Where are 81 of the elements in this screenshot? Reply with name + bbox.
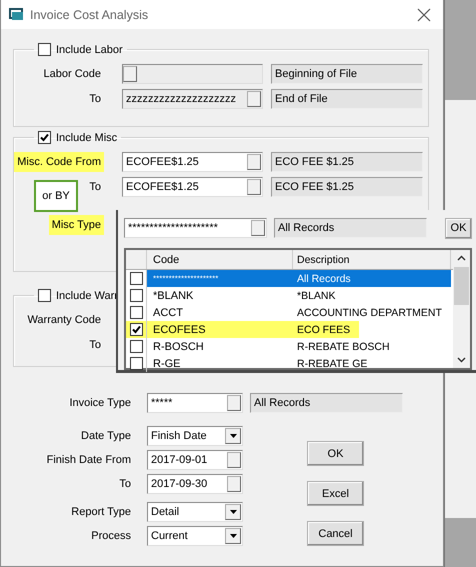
table-cell-text: ********************* <box>152 274 220 283</box>
dialog-button[interactable]: Excel <box>307 481 364 506</box>
lookup-button[interactable] <box>247 179 261 195</box>
dropdown[interactable]: Current <box>147 526 243 546</box>
code-field[interactable]: ********************* <box>124 218 267 238</box>
field-label: To <box>88 180 102 195</box>
description-field: End of File <box>271 89 423 109</box>
description-field: All Records <box>250 393 403 413</box>
field-label: To <box>88 92 102 107</box>
scroll-up-icon[interactable] <box>457 255 466 261</box>
table-row[interactable]: ********************* All Records <box>147 270 451 287</box>
calendar-button[interactable] <box>227 452 241 468</box>
include-checkbox[interactable] <box>38 289 51 302</box>
field-label: To <box>119 478 131 490</box>
scroll-down-icon[interactable] <box>457 357 466 363</box>
code-field[interactable]: ***** <box>147 393 243 413</box>
description-field: ECO FEE $1.25 <box>271 177 423 197</box>
row-checkbox[interactable] <box>130 289 142 302</box>
dialog-button[interactable]: Cancel <box>307 521 364 546</box>
field-label: Invoice Type <box>69 397 131 409</box>
caret-icon <box>230 434 236 438</box>
field-label: Date Type <box>81 430 131 442</box>
table-row[interactable]: R-BOSCH R-REBATE BOSCH <box>147 338 451 355</box>
row-checkbox[interactable] <box>130 357 142 370</box>
group-label: Include Labor <box>56 44 123 56</box>
table-cell-text: *BLANK <box>296 290 337 302</box>
close-icon[interactable] <box>417 8 432 22</box>
description-field: Beginning of File <box>271 64 423 84</box>
field-label: Finish Date From <box>46 454 131 466</box>
include-checkbox[interactable] <box>38 131 51 144</box>
row-checkbox[interactable] <box>130 323 142 336</box>
field-label: To <box>88 338 102 353</box>
caret-icon <box>230 510 236 514</box>
scrollbar[interactable] <box>453 250 470 368</box>
row-checkbox[interactable] <box>130 272 142 285</box>
row-checkbox[interactable] <box>130 340 142 353</box>
table-row[interactable]: *BLANK *BLANK <box>147 287 451 304</box>
table-cell-text: ACCOUNTING DEPARTMENT <box>296 306 443 318</box>
table-cell-text: R-BOSCH <box>152 340 205 352</box>
field-label: Report Type <box>71 506 131 518</box>
table-cell-text: ACCT <box>152 306 184 318</box>
dropdown[interactable]: Finish Date <box>147 426 243 446</box>
lookup-button[interactable] <box>247 154 261 170</box>
table-row[interactable]: R-GE R-REBATE GE <box>147 355 451 372</box>
lookup-button[interactable] <box>123 66 137 82</box>
code-field[interactable]: ECOFEE$1.25 <box>122 152 263 172</box>
table-cell-text: R-GE <box>152 358 182 370</box>
field-label: Warranty Code <box>26 313 102 328</box>
date-field[interactable]: 2017-09-30 <box>147 474 243 494</box>
group-label: Include Warr <box>56 290 118 302</box>
window-title: Invoice Cost Analysis <box>30 8 150 22</box>
description-field: ECO FEE $1.25 <box>271 152 423 172</box>
table-cell-text: ECO FEES <box>296 324 352 336</box>
app-icon <box>9 8 24 21</box>
dialog-button[interactable]: OK <box>307 441 364 466</box>
field-label: Misc. Code From <box>14 152 104 172</box>
include-checkbox[interactable] <box>38 43 51 56</box>
table-row[interactable]: ACCT ACCOUNTING DEPARTMENT <box>147 304 451 321</box>
row-checkbox[interactable] <box>130 306 142 319</box>
dropdown[interactable]: Detail <box>147 502 243 522</box>
code-field[interactable]: ECOFEE$1.25 <box>122 177 263 197</box>
group-label: Include Misc <box>56 132 118 144</box>
lookup-button[interactable] <box>251 220 265 236</box>
field-label: Labor Code <box>42 67 102 82</box>
description-field[interactable]: All Records <box>274 218 427 238</box>
caret-icon <box>230 534 236 538</box>
date-field[interactable]: 2017-09-01 <box>147 450 243 470</box>
code-field[interactable] <box>122 64 263 84</box>
table-cell-text: All Records <box>296 272 352 284</box>
code-field[interactable]: zzzzzzzzzzzzzzzzzzzz <box>122 89 263 109</box>
note-box: or BY <box>34 180 78 212</box>
table-cell-text: R-REBATE GE <box>296 358 368 370</box>
ok-button[interactable]: OK <box>445 218 472 238</box>
table-cell-text: ECOFEES <box>152 324 207 336</box>
lookup-button[interactable] <box>247 91 261 107</box>
calendar-button[interactable] <box>227 476 241 492</box>
lookup-button[interactable] <box>227 395 241 411</box>
field-label: Process <box>91 530 131 542</box>
field-label: Misc Type <box>48 215 104 235</box>
table-cell-text: *BLANK <box>152 290 194 302</box>
table-cell-text: R-REBATE BOSCH <box>296 340 391 352</box>
